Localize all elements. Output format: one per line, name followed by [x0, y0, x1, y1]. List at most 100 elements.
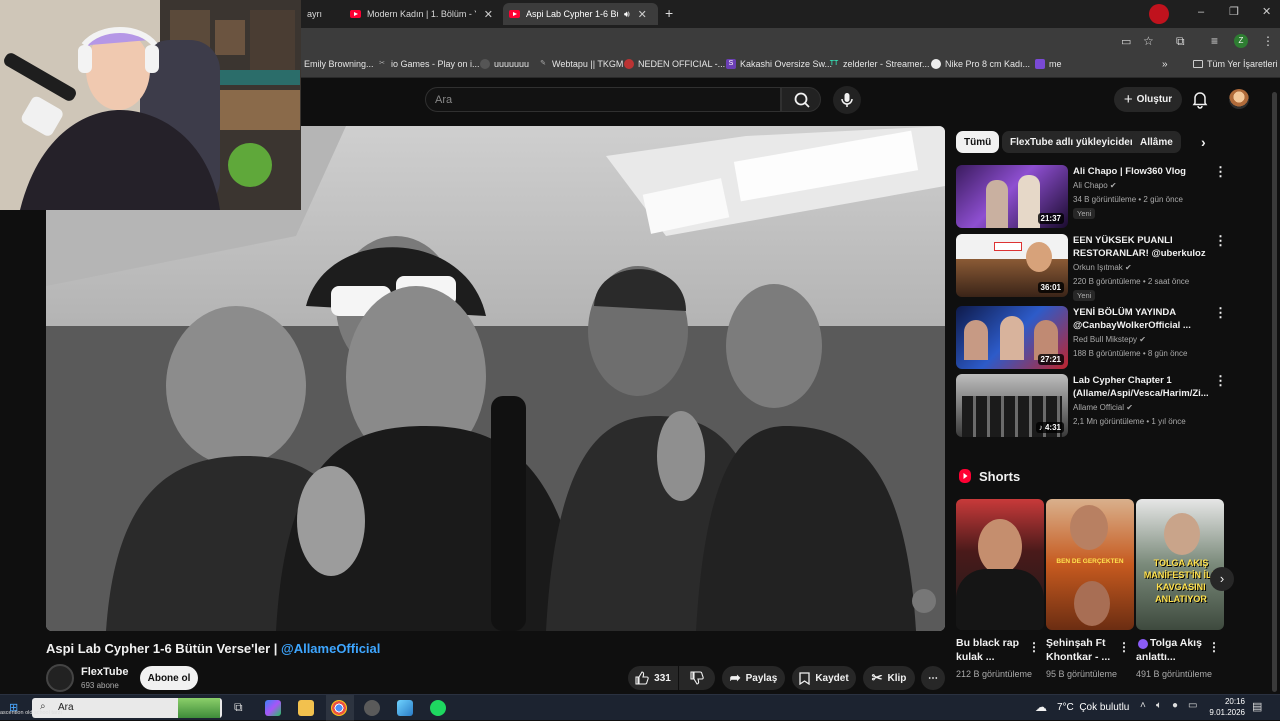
new-badge: Yeni	[1073, 208, 1096, 219]
recommendation-item[interactable]: ♪ 4:31 Lab Cypher Chapter 1 (Allame/Aspi…	[956, 374, 1227, 438]
recommendation-item[interactable]: 36:01 EEN YÜKSEK PUANLI RESTORANLAR! @ub…	[956, 234, 1227, 301]
chip-allame[interactable]: Allâme	[1132, 131, 1181, 153]
copilot-icon[interactable]	[265, 700, 281, 716]
shorts-next-chevron-icon[interactable]: ›	[1210, 567, 1234, 591]
create-button[interactable]: + Oluştur	[1114, 87, 1182, 112]
video-thumbnail[interactable]: ♪ 4:31	[956, 374, 1068, 437]
close-tab-icon[interactable]: ✕	[484, 8, 493, 21]
tab-1[interactable]: ayrı	[301, 3, 341, 25]
more-bookmarks-icon[interactable]: »	[1162, 59, 1168, 70]
more-vert-icon[interactable]: ⋮	[1118, 640, 1130, 654]
voice-search-button[interactable]	[833, 86, 861, 114]
bookmark-item[interactable]: ✂ io Games - Play on i...	[377, 59, 479, 69]
like-count: 331	[654, 672, 671, 684]
profile-avatar[interactable]: Z	[1234, 34, 1248, 48]
bookmark-item[interactable]: NEDEN OFFICIAL -...	[624, 59, 725, 69]
subscribe-button[interactable]: Abone ol	[140, 666, 198, 690]
bell-icon	[1192, 92, 1208, 109]
bookmark-item[interactable]: S Kakashi Oversize Sw...	[726, 59, 832, 69]
tab-modern-kadin[interactable]: Modern Kadın | 1. Bölüm - You ✕	[344, 3, 499, 25]
more-vert-icon[interactable]: ⋮	[1214, 165, 1227, 178]
recommendation-item[interactable]: 27:21 YENİ BÖLÜM YAYINDA @CanbayWolkerOf…	[956, 306, 1227, 370]
minimize-icon[interactable]: –	[1198, 6, 1204, 18]
clock-time[interactable]: 20:16	[1205, 697, 1245, 706]
short-thumbnail[interactable]	[956, 499, 1044, 630]
notifications-button[interactable]	[1190, 89, 1210, 109]
bookmark-item[interactable]: Nike Pro 8 cm Kadı...	[931, 59, 1030, 69]
bookmark-item[interactable]: ✎ Webtapu || TKGM	[538, 59, 623, 69]
search-input[interactable]: Ara	[425, 87, 781, 112]
file-explorer-icon[interactable]	[298, 700, 314, 716]
tt-icon: TT	[829, 60, 839, 67]
more-vert-icon[interactable]: ⋮	[1214, 234, 1227, 247]
more-vert-icon[interactable]: ⋮	[1028, 640, 1040, 654]
share-button[interactable]: ➦ Paylaş	[722, 666, 785, 690]
dislike-button[interactable]	[679, 666, 715, 690]
weather-text[interactable]: 7°C Çok bulutlu	[1057, 702, 1129, 713]
channel-name[interactable]: FlexTube	[81, 666, 128, 678]
github-icon	[480, 59, 490, 69]
all-bookmarks-button[interactable]: Tüm Yer İşaretleri	[1193, 59, 1278, 69]
network-icon[interactable]: ▭	[1188, 700, 1197, 711]
duration-badge: ♪ 4:31	[1035, 422, 1064, 433]
shorts-icon: ♪	[1038, 423, 1043, 432]
verified-icon: ✔︎	[1126, 403, 1133, 412]
notification-center-icon[interactable]: ▤	[1252, 700, 1262, 713]
new-tab-button[interactable]: +	[665, 5, 673, 21]
cast-icon[interactable]: ▭	[1121, 35, 1131, 48]
close-window-icon[interactable]: ✕	[1262, 5, 1271, 18]
volume-icon[interactable]: 🔈︎	[1156, 700, 1162, 711]
bookmark-icon	[799, 671, 810, 685]
app-icon[interactable]	[397, 700, 413, 716]
title-channel-link[interactable]: @AllameOfficial	[281, 641, 380, 656]
recommendation-title: YENİ BÖLÜM YAYINDA @CanbayWolkerOfficial…	[1073, 307, 1191, 331]
restore-icon[interactable]: ❐	[1229, 5, 1239, 18]
chevron-right-icon[interactable]: ›	[1201, 134, 1206, 150]
short-thumbnail[interactable]: BEN DE GERÇEKTEN	[1046, 499, 1134, 630]
bookmark-item[interactable]: me	[1035, 59, 1062, 69]
recommendation-title: EEN YÜKSEK PUANLI RESTORANLAR! @uberkulo…	[1073, 235, 1206, 259]
chip-from-uploader[interactable]: FlexTube adlı yükleyiciden	[1002, 131, 1144, 153]
speaker-icon[interactable]: 🔊︎	[624, 9, 630, 20]
chip-all[interactable]: Tümü	[956, 131, 1000, 153]
tray-chevron-icon[interactable]: ˄	[1140, 700, 1146, 711]
app-icon[interactable]	[364, 700, 380, 716]
scissors-icon: ✂	[871, 670, 883, 685]
more-vert-icon[interactable]: ⋮	[1214, 374, 1227, 387]
channel-avatar[interactable]	[46, 664, 74, 692]
like-button[interactable]: 331	[628, 666, 678, 690]
short-thumbnail[interactable]: TOLGA AKIŞ MANİFEST'İN İLK KAVGASINI ANL…	[1136, 499, 1224, 630]
webcam-overlay	[0, 0, 301, 210]
task-view-icon[interactable]: ⧉	[234, 700, 243, 715]
recommendation-meta: 34 B görüntüleme • 2 gün önce	[1073, 195, 1183, 204]
tab-aspi-lab-cypher[interactable]: Aspi Lab Cypher 1-6 Bütün 🔊︎ ✕	[503, 3, 658, 25]
more-vert-icon[interactable]: ⋮	[1214, 306, 1227, 319]
star-bookmark-icon[interactable]: ☆	[1143, 34, 1154, 48]
extensions-icon[interactable]: ⧉	[1176, 34, 1185, 49]
page-scrollbar[interactable]	[1272, 92, 1277, 692]
recommendation-channel: Ali Chapo ✔︎	[1073, 181, 1117, 190]
account-avatar[interactable]	[1229, 89, 1249, 109]
reading-list-icon[interactable]: ≡	[1211, 34, 1218, 48]
weather-icon: ☁	[1035, 700, 1047, 714]
shorts-logo-icon	[959, 469, 971, 483]
bookmark-item[interactable]: uuuuuuu	[480, 59, 529, 69]
more-actions-button[interactable]: ⋯	[921, 666, 945, 690]
video-thumbnail[interactable]: 21:37	[956, 165, 1068, 228]
clock-date[interactable]: 9.01.2026	[1200, 708, 1245, 717]
video-thumbnail[interactable]: 36:01	[956, 234, 1068, 297]
spotify-icon[interactable]	[430, 700, 446, 716]
bookmark-item[interactable]: Emily Browning...	[304, 59, 374, 69]
recommendation-item[interactable]: 21:37 Ali Chapo | Flow360 Vlog Ali Chapo…	[956, 165, 1227, 229]
more-vert-icon[interactable]: ⋮	[1208, 640, 1220, 654]
microphone-tray-icon[interactable]: ●	[1172, 700, 1178, 711]
browser-menu-icon[interactable]: ⋮	[1262, 34, 1274, 48]
clip-button[interactable]: ✂ Klip	[863, 666, 915, 690]
close-tab-icon[interactable]: ✕	[638, 8, 647, 21]
search-button[interactable]	[781, 87, 821, 112]
recommendation-meta: 2,1 Mn görüntüleme • 1 yıl önce	[1073, 417, 1186, 426]
bookmark-item[interactable]: TT zelderler - Streamer...	[829, 59, 930, 69]
save-button[interactable]: Kaydet	[792, 666, 856, 690]
video-thumbnail[interactable]: 27:21	[956, 306, 1068, 369]
verified-icon: ✔︎	[1139, 335, 1146, 344]
